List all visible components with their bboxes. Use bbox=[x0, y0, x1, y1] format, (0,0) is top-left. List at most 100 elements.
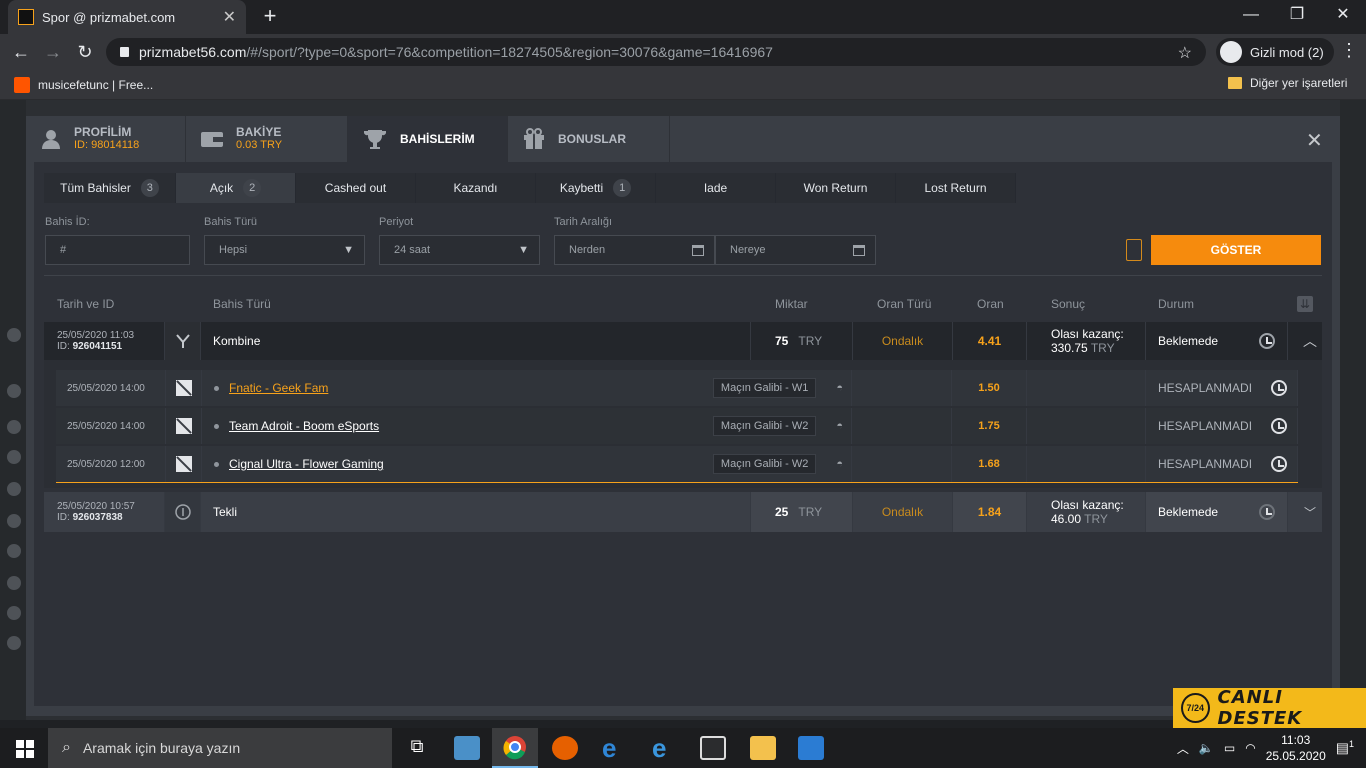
filter-tab-all[interactable]: Tüm Bahisler 3 bbox=[44, 173, 176, 203]
stream-icon[interactable]: ◓ bbox=[836, 458, 843, 470]
selection-date: 25/05/2020 14:00 bbox=[56, 370, 166, 406]
show-button[interactable]: GÖSTER bbox=[1151, 235, 1321, 265]
close-window-button[interactable]: ✕ bbox=[1328, 6, 1358, 26]
windows-start-icon[interactable] bbox=[16, 740, 34, 758]
sidebar-icon[interactable] bbox=[7, 544, 21, 558]
clock-icon bbox=[1271, 380, 1287, 396]
clipboard-icon[interactable] bbox=[1126, 239, 1142, 261]
modal-close-icon[interactable]: ✕ bbox=[1306, 128, 1323, 153]
battery-icon[interactable]: ▭ bbox=[1224, 741, 1235, 755]
filter-tab-lost[interactable]: Kaybetti 1 bbox=[536, 173, 656, 203]
firefox-icon[interactable] bbox=[552, 736, 578, 760]
taskbar-search[interactable]: ⌕ Aramak için buraya yazın bbox=[48, 728, 392, 768]
edge-icon[interactable]: e bbox=[652, 734, 666, 762]
bet-row[interactable]: 25/05/2020 11:03 ID: 926041151 Kombine 7… bbox=[44, 322, 1322, 360]
tab-profile[interactable]: PROFİLİM ID: 98014118 bbox=[26, 116, 186, 162]
control-panel-icon[interactable] bbox=[454, 736, 480, 760]
bets-table-header: Tarih ve ID Bahis Türü Miktar Oran Türü … bbox=[44, 286, 1322, 322]
incognito-indicator[interactable]: Gizli mod (2) bbox=[1216, 38, 1334, 66]
bookmark-item[interactable]: musicefetunc | Free... bbox=[38, 78, 153, 92]
maximize-button[interactable]: ❐ bbox=[1282, 6, 1312, 26]
bet-id: 926037838 bbox=[72, 512, 123, 523]
forward-icon[interactable]: → bbox=[42, 42, 64, 64]
sidebar-icon[interactable] bbox=[7, 636, 21, 650]
stream-icon[interactable]: ◓ bbox=[836, 382, 843, 394]
divider bbox=[44, 275, 1322, 276]
wifi-icon[interactable]: ◠ bbox=[1245, 741, 1255, 755]
mail-icon[interactable] bbox=[798, 736, 824, 760]
bet-type-select[interactable]: Hepsi ▼ bbox=[204, 235, 365, 265]
bet-id-prefix: ID: bbox=[57, 341, 70, 352]
stream-icon[interactable]: ◓ bbox=[836, 420, 843, 432]
tab-balance[interactable]: BAKİYE 0.03 TRY bbox=[186, 116, 348, 162]
taskbar-clock[interactable]: 11:03 25.05.2020 bbox=[1266, 732, 1326, 764]
period-select[interactable]: 24 saat ▼ bbox=[379, 235, 540, 265]
store-icon[interactable] bbox=[700, 736, 726, 760]
match-link[interactable]: Cignal Ultra - Flower Gaming bbox=[229, 457, 384, 471]
new-tab-button[interactable]: + bbox=[258, 5, 282, 29]
chevron-up-icon[interactable]: ︿ bbox=[1298, 322, 1322, 360]
notification-icon[interactable]: ▤1 bbox=[1336, 739, 1354, 757]
chevron-down-icon[interactable]: ﹀ bbox=[1298, 492, 1322, 532]
other-bookmarks[interactable]: Diğer yer işaretleri bbox=[1228, 76, 1347, 90]
file-explorer-icon[interactable] bbox=[750, 736, 776, 760]
sidebar-icon[interactable] bbox=[7, 450, 21, 464]
total-odds: 4.41 bbox=[953, 322, 1027, 360]
filter-tab-won-return[interactable]: Won Return bbox=[776, 173, 896, 203]
match-link[interactable]: Fnatic - Geek Fam bbox=[229, 381, 328, 395]
possible-win-amount: 46.00 TRY bbox=[1051, 512, 1108, 526]
browser-menu-icon[interactable]: ⋮ bbox=[1340, 40, 1358, 61]
address-bar[interactable]: prizmabet56.com/#/sport/?type=0&sport=76… bbox=[106, 38, 1206, 66]
date-from-input[interactable]: Nerden bbox=[554, 235, 715, 265]
empty-cell bbox=[1027, 446, 1146, 482]
reload-icon[interactable]: ↻ bbox=[74, 42, 96, 64]
tab-close-icon[interactable]: ✕ bbox=[223, 7, 236, 27]
sidebar-icon[interactable] bbox=[7, 420, 21, 434]
filter-tab-cashed-out[interactable]: Cashed out bbox=[296, 173, 416, 203]
sidebar-icon[interactable] bbox=[7, 576, 21, 590]
clock-date: 25.05.2020 bbox=[1265, 749, 1326, 763]
filter-tab-lost-return[interactable]: Lost Return bbox=[896, 173, 1016, 203]
filter-tab-label: Iade bbox=[703, 181, 728, 195]
chevron-up-icon[interactable]: ︿ bbox=[1177, 740, 1189, 757]
filter-tab-refund[interactable]: Iade bbox=[656, 173, 776, 203]
calendar-icon[interactable] bbox=[692, 244, 704, 256]
minimize-button[interactable]: — bbox=[1236, 6, 1266, 26]
clock-icon bbox=[1271, 418, 1287, 434]
filter-tab-open[interactable]: Açık 2 bbox=[176, 173, 296, 203]
period-label: Periyot bbox=[379, 216, 414, 228]
collapse-all-icon[interactable]: ⇊ bbox=[1297, 296, 1313, 312]
bet-filter-tabs: Tüm Bahisler 3 Açık 2 Cashed out Kazandı K… bbox=[44, 173, 1016, 203]
filter-count-badge: 1 bbox=[613, 179, 632, 197]
url-host: prizmabet56.com bbox=[139, 44, 247, 60]
tab-bonuses[interactable]: BONUSLAR bbox=[508, 116, 670, 162]
sidebar-icon[interactable] bbox=[7, 482, 21, 496]
bet-type: Kombine bbox=[201, 322, 751, 360]
browser-tab[interactable]: Spor @ prizmabet.com ✕ bbox=[8, 0, 246, 34]
date-to-placeholder: Nereye bbox=[730, 244, 766, 256]
calendar-icon[interactable] bbox=[853, 244, 865, 256]
sidebar-icon[interactable] bbox=[7, 606, 21, 620]
sidebar-icon[interactable] bbox=[7, 514, 21, 528]
ie-icon[interactable]: e bbox=[602, 734, 616, 762]
task-view-icon[interactable]: ⧉ bbox=[404, 736, 430, 760]
volume-icon[interactable]: 🔈 bbox=[1199, 741, 1214, 755]
bet-id-input[interactable]: # bbox=[45, 235, 190, 265]
sidebar-icon[interactable] bbox=[7, 328, 21, 342]
live-support-banner[interactable]: 7/24 CANLI DESTEK bbox=[1173, 687, 1366, 729]
date-to-input[interactable]: Nereye bbox=[715, 235, 876, 265]
bet-row[interactable]: 25/05/2020 10:57 ID: 926037838 Tekli 25 T… bbox=[44, 492, 1322, 532]
market-badge: Maçın Galibi - W2 bbox=[712, 416, 817, 436]
other-bookmarks-label: Diğer yer işaretleri bbox=[1250, 76, 1348, 90]
bookmark-star-icon[interactable]: ☆ bbox=[1178, 43, 1192, 63]
tab-my-bets[interactable]: BAHİSLERİM bbox=[348, 116, 508, 162]
selection-status: HESAPLANMADI bbox=[1146, 446, 1298, 482]
bet-status: Beklemede bbox=[1146, 322, 1288, 360]
chrome-taskbar-icon[interactable] bbox=[492, 728, 538, 768]
back-icon[interactable]: ← bbox=[10, 42, 32, 64]
sidebar-icon[interactable] bbox=[7, 384, 21, 398]
match-link[interactable]: Team Adroit - Boom eSports bbox=[229, 419, 379, 433]
bet-amount: 25 TRY bbox=[751, 492, 853, 532]
filter-tab-won[interactable]: Kazandı bbox=[416, 173, 536, 203]
tab-my-bets-title: BAHİSLERİM bbox=[400, 131, 475, 146]
